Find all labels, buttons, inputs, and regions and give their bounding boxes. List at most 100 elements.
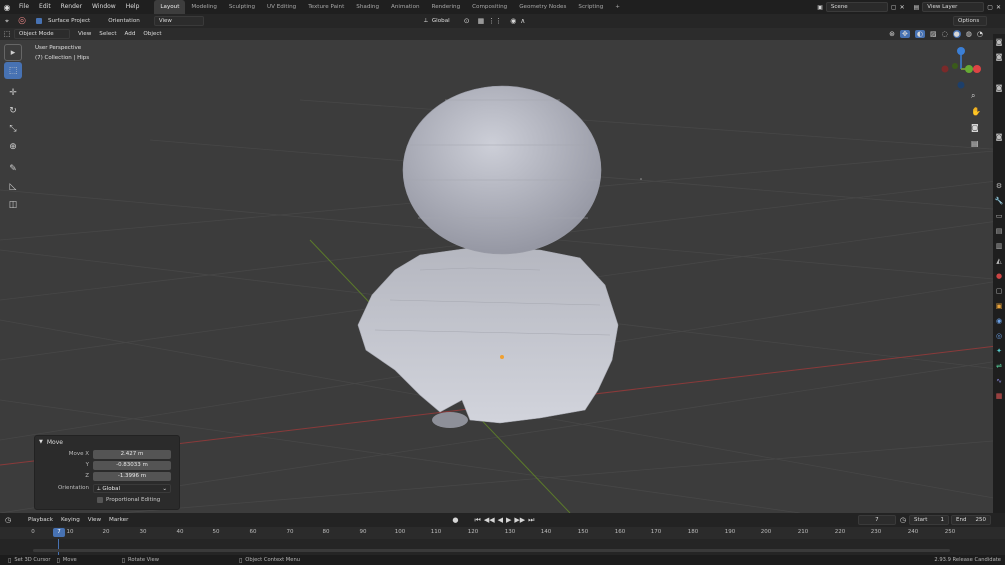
- tab-animation[interactable]: Animation: [385, 0, 426, 14]
- navigation-gizmo[interactable]: [938, 46, 984, 92]
- measure-tool-icon[interactable]: ◺: [4, 178, 22, 195]
- add-cube-tool-icon[interactable]: ◫: [4, 196, 22, 213]
- select-tool-icon[interactable]: ▸: [4, 44, 22, 61]
- tab-layout[interactable]: Layout: [154, 0, 186, 14]
- pivot-point-icon[interactable]: ⊙: [464, 17, 470, 25]
- surface-project-checkbox[interactable]: [36, 18, 42, 24]
- snap-target-icon[interactable]: ⋮⋮: [488, 17, 502, 25]
- object-tab-icon[interactable]: ▣: [993, 298, 1005, 313]
- blender-logo-icon[interactable]: ◉: [0, 3, 14, 12]
- modifier-tab-icon[interactable]: ◉: [993, 313, 1005, 328]
- overlay-toggle-icon[interactable]: ◐: [914, 30, 925, 38]
- collapse-arrow-icon[interactable]: ▼: [39, 439, 43, 445]
- marker-menu[interactable]: Marker: [105, 517, 132, 523]
- wrench-icon[interactable]: 🔧: [993, 193, 1005, 208]
- jump-start-icon[interactable]: ⏮: [475, 516, 481, 525]
- visibility-icon[interactable]: ⊛: [889, 30, 895, 38]
- camera-icon-2[interactable]: ◙: [993, 49, 1005, 64]
- tab-uv-editing[interactable]: UV Editing: [261, 0, 302, 14]
- tab-shading[interactable]: Shading: [350, 0, 385, 14]
- tab-geometry-nodes[interactable]: Geometry Nodes: [513, 0, 572, 14]
- select-box-icon[interactable]: ⬚: [4, 62, 22, 79]
- start-frame-field[interactable]: Start 1: [909, 515, 949, 525]
- menu-window[interactable]: Window: [87, 0, 121, 14]
- timeline-track[interactable]: [0, 539, 1005, 555]
- tab-rendering[interactable]: Rendering: [426, 0, 467, 14]
- move-z-field[interactable]: -1.3996 m: [93, 471, 171, 481]
- ortho-toggle-icon[interactable]: ▤: [971, 139, 979, 148]
- prev-keyframe-icon[interactable]: ◀◀: [484, 516, 495, 524]
- tab-scripting[interactable]: Scripting: [572, 0, 609, 14]
- view-layer-tab-icon[interactable]: ▥: [993, 238, 1005, 253]
- proportional-edit-icon[interactable]: ◉: [510, 17, 516, 25]
- remove-scene-icon[interactable]: ✕: [900, 4, 905, 11]
- new-view-layer-icon[interactable]: ▢: [987, 4, 993, 11]
- material-shading-icon[interactable]: ◍: [966, 30, 972, 38]
- physics-tab-icon[interactable]: ✦: [993, 343, 1005, 358]
- rotate-tool-icon[interactable]: ↻: [4, 102, 22, 119]
- particles-tab-icon[interactable]: ◎: [993, 328, 1005, 343]
- zoom-icon[interactable]: ⌕: [971, 91, 975, 101]
- wireframe-shading-icon[interactable]: ◌: [942, 30, 948, 38]
- move-y-field[interactable]: -0.83033 m: [93, 460, 171, 470]
- tab-sculpting[interactable]: Sculpting: [223, 0, 261, 14]
- add-workspace-button[interactable]: +: [609, 0, 626, 14]
- falloff-icon[interactable]: ∧: [520, 17, 525, 25]
- menu-edit[interactable]: Edit: [34, 0, 56, 14]
- tab-texture-paint[interactable]: Texture Paint: [302, 0, 350, 14]
- next-keyframe-icon[interactable]: ▶▶: [514, 516, 525, 524]
- play-icon[interactable]: ▶: [506, 516, 511, 524]
- data-tab-icon[interactable]: ∿: [993, 373, 1005, 388]
- world-tab-icon[interactable]: ●: [993, 268, 1005, 283]
- menu-help[interactable]: Help: [121, 0, 145, 14]
- annotate-tool-icon[interactable]: ✎: [4, 160, 22, 177]
- remove-view-layer-icon[interactable]: ✕: [996, 4, 1001, 11]
- timeline-view-menu[interactable]: View: [84, 517, 105, 523]
- menu-object[interactable]: Object: [139, 31, 165, 37]
- transform-tool-icon[interactable]: ⊕: [4, 138, 22, 155]
- xray-icon[interactable]: ▨: [930, 30, 937, 38]
- rendered-shading-icon[interactable]: ◔: [977, 30, 983, 38]
- menu-render[interactable]: Render: [56, 0, 87, 14]
- camera-view-icon[interactable]: ◙: [971, 123, 979, 132]
- move-x-field[interactable]: 2.427 m: [93, 449, 171, 459]
- jump-end-icon[interactable]: ⏭: [528, 516, 534, 525]
- tab-compositing[interactable]: Compositing: [466, 0, 513, 14]
- printer-icon[interactable]: ▤: [993, 223, 1005, 238]
- menu-select[interactable]: Select: [95, 31, 120, 37]
- options-dropdown[interactable]: Options: [953, 16, 987, 26]
- preview-range-icon[interactable]: ◷: [900, 516, 906, 524]
- record-icon[interactable]: ●: [452, 516, 458, 524]
- orientation-select[interactable]: ⟂ Global ⌄: [93, 483, 171, 493]
- transform-orientation-dropdown[interactable]: Global: [428, 18, 454, 24]
- keying-menu[interactable]: Keying: [57, 517, 84, 523]
- snap-icon[interactable]: ▦: [478, 17, 485, 25]
- current-frame-field[interactable]: 7: [857, 515, 896, 525]
- hide-icon[interactable]: ◙: [993, 129, 1005, 144]
- cursor-icon[interactable]: ✛: [4, 84, 22, 101]
- render-icon[interactable]: ◙: [993, 80, 1005, 95]
- timeline-editor-icon[interactable]: ◷: [0, 516, 16, 524]
- scale-tool-icon[interactable]: ⤡: [4, 120, 22, 137]
- cursor-snap-icon[interactable]: ◎: [14, 16, 30, 26]
- menu-view[interactable]: View: [74, 31, 95, 37]
- playhead-frame[interactable]: 7: [53, 528, 65, 537]
- menu-add[interactable]: Add: [121, 31, 140, 37]
- tab-modeling[interactable]: Modeling: [185, 0, 222, 14]
- collection-tab-icon[interactable]: ▢: [993, 283, 1005, 298]
- orientation-dropdown[interactable]: View: [153, 16, 204, 26]
- texture-tab-icon[interactable]: ▦: [993, 388, 1005, 403]
- menu-file[interactable]: File: [14, 0, 34, 14]
- scene-tab-icon[interactable]: ◭: [993, 253, 1005, 268]
- editor-type-icon[interactable]: ⬚: [0, 30, 14, 38]
- solid-shading-icon[interactable]: ●: [952, 30, 961, 38]
- end-frame-field[interactable]: End 250: [951, 515, 991, 525]
- tool-icon[interactable]: ⌖: [0, 17, 14, 26]
- play-reverse-icon[interactable]: ◀: [498, 516, 503, 524]
- pan-hand-icon[interactable]: ✋: [971, 107, 981, 116]
- proportional-editing-checkbox[interactable]: [97, 497, 103, 503]
- frame-ruler[interactable]: 0 10 20 30 40 50 60 70 80 90 100 110 120…: [0, 527, 1005, 539]
- new-scene-icon[interactable]: ▢: [891, 4, 897, 11]
- view-layer-selector[interactable]: View Layer: [922, 2, 985, 12]
- output-tab-icon[interactable]: ▭: [993, 208, 1005, 223]
